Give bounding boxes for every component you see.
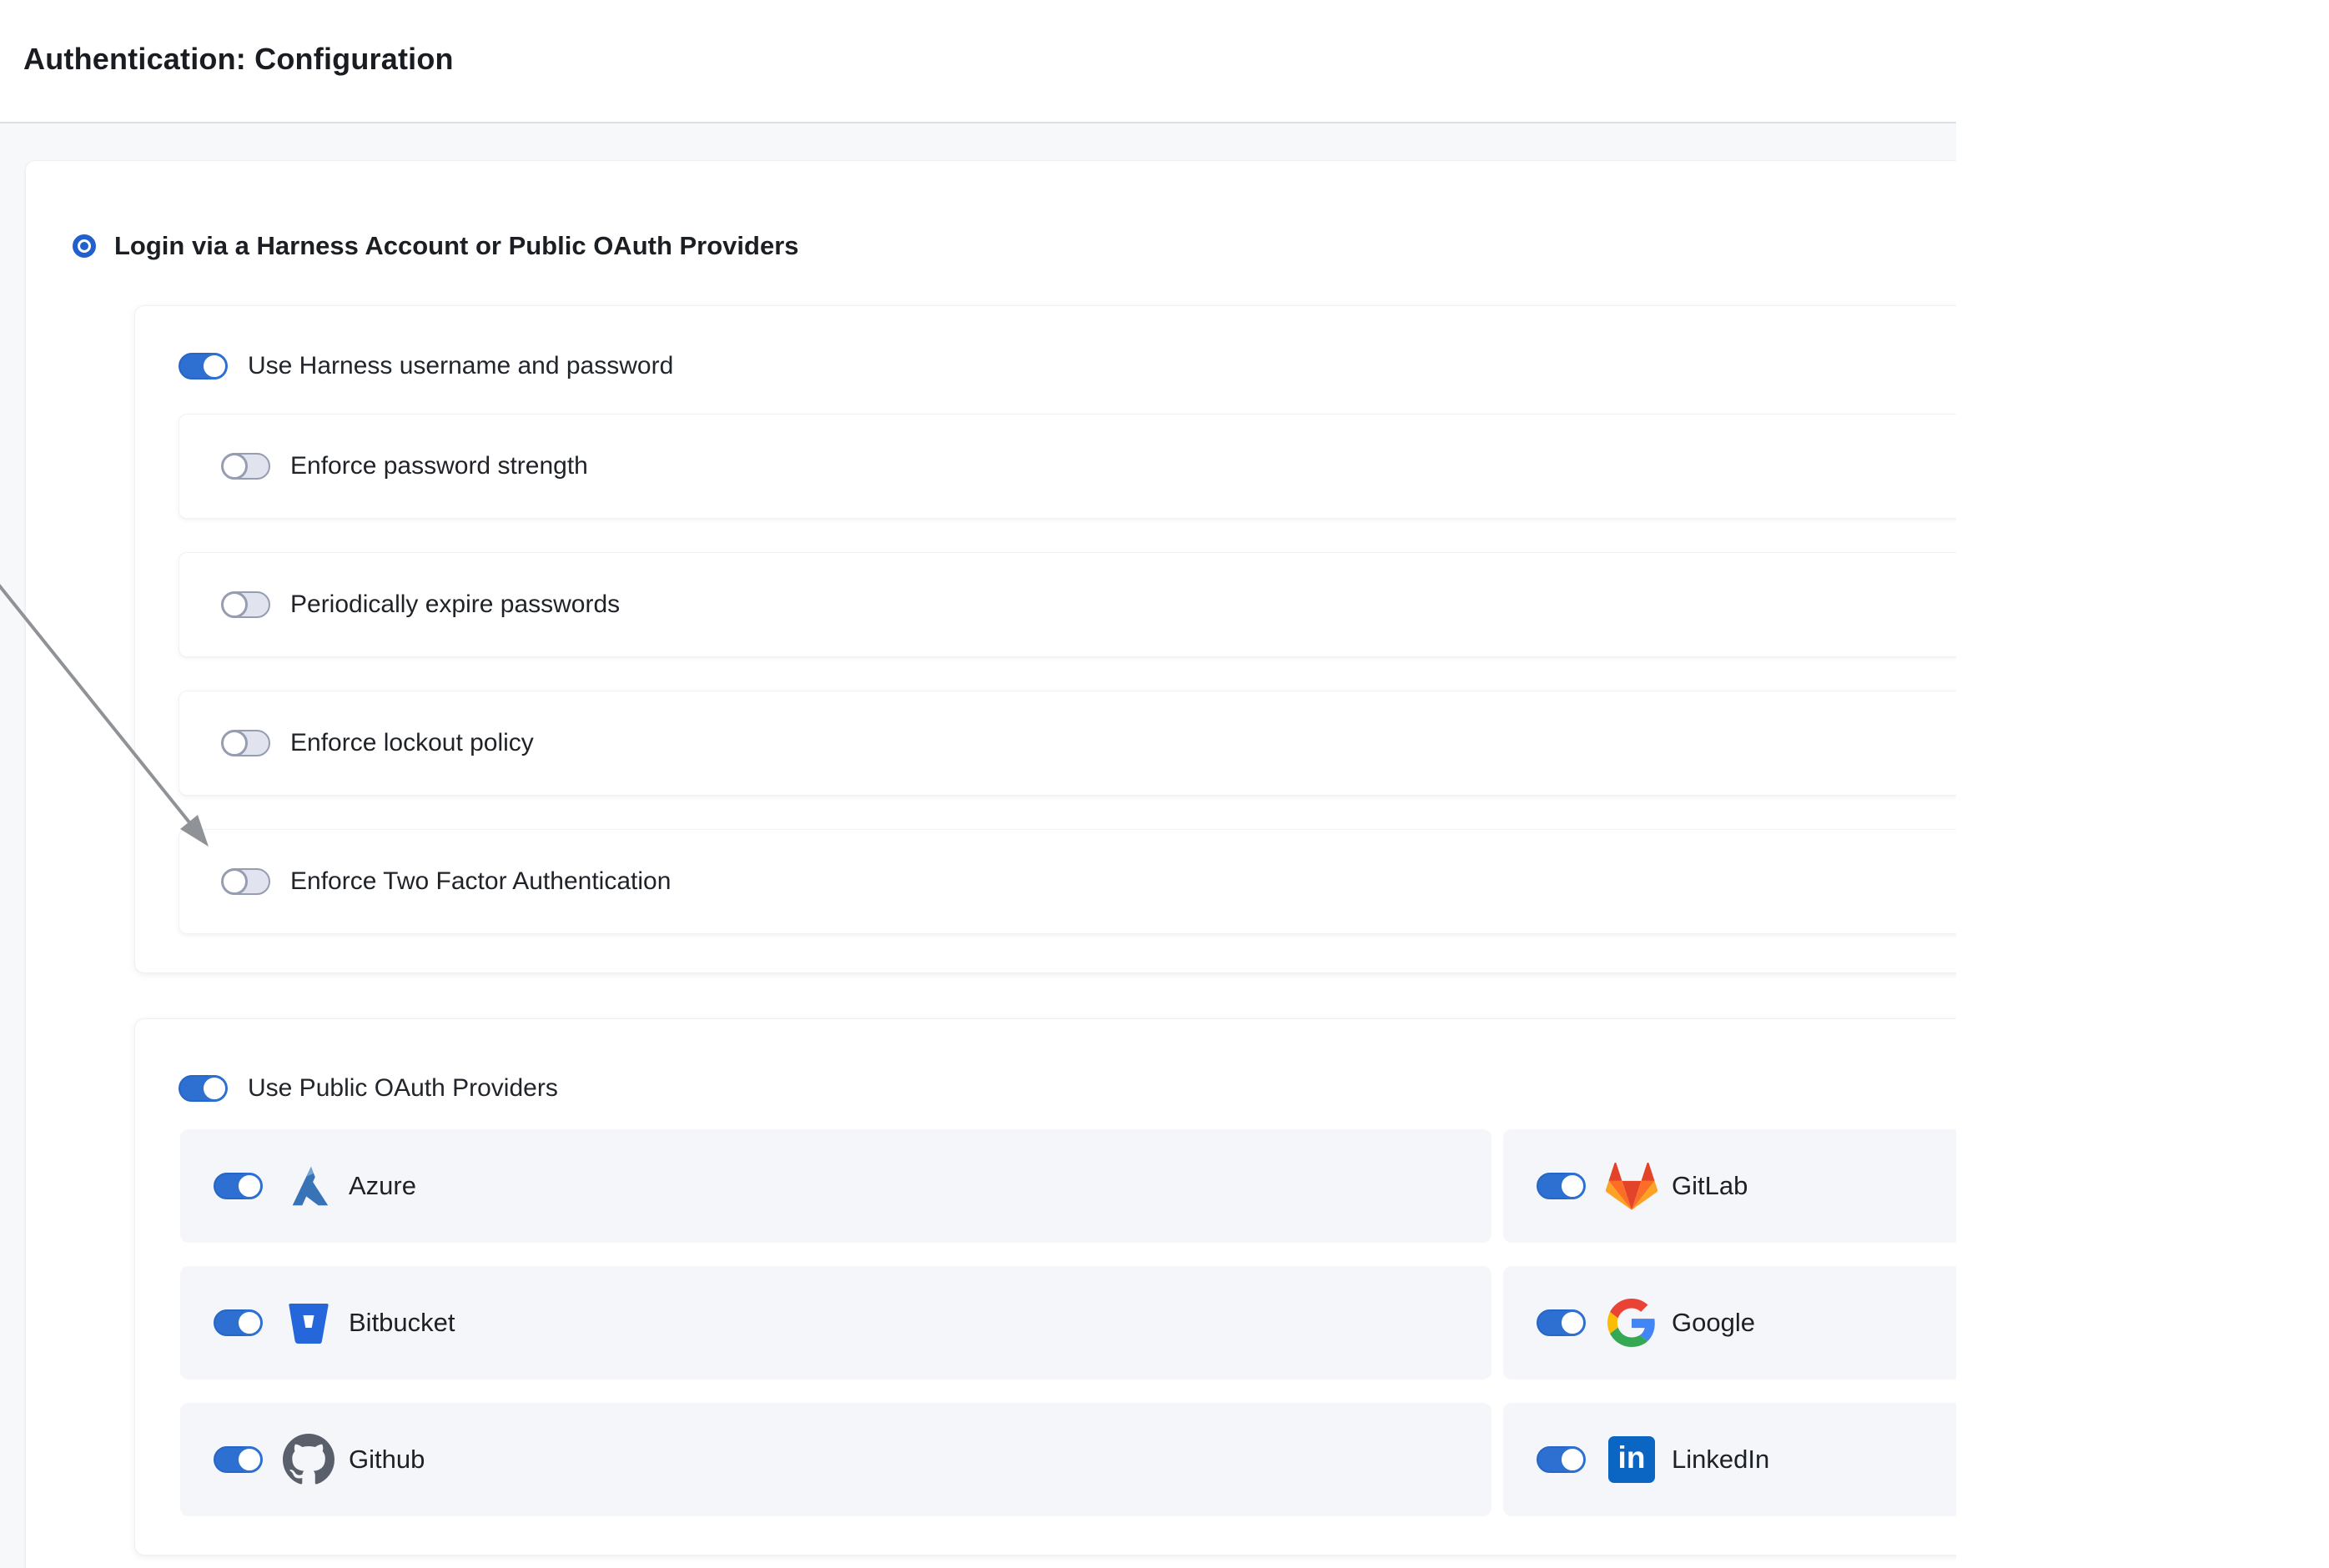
linkedin-icon: in [1605,1433,1658,1486]
toggle-knob-icon [221,730,248,756]
provider-row-bitbucket: Bitbucket [180,1266,1491,1380]
use-harness-login-toggle[interactable] [179,353,227,379]
auth-config-section: Login via a Harness Account or Public OA… [0,122,1956,1568]
harness-login-panel: Use Harness username and password Enforc… [134,305,1956,973]
toggle-knob-icon [1559,1309,1586,1336]
toggle-knob-icon [1559,1173,1586,1199]
use-oauth-row: Use Public OAuth Providers [179,1074,558,1103]
policy-label: Enforce lockout policy [290,729,534,757]
use-oauth-label: Use Public OAuth Providers [248,1074,558,1103]
google-toggle[interactable] [1537,1309,1585,1336]
toggle-knob-icon [236,1309,263,1336]
expire-passwords-toggle[interactable] [222,591,270,618]
provider-row-linkedin: in LinkedIn [1503,1403,1956,1516]
provider-row-github: Github [180,1403,1491,1516]
policy-row-two-factor-auth: Enforce Two Factor Authentication [179,829,1956,934]
oauth-providers-panel: Use Public OAuth Providers [134,1018,1956,1555]
toggle-knob-icon [221,591,248,618]
policy-row-password-strength: Enforce password strength [179,414,1956,519]
policy-row-expire-passwords: Periodically expire passwords [179,552,1956,657]
bitbucket-icon [282,1296,335,1349]
toggle-knob-icon [1559,1446,1586,1473]
two-factor-auth-toggle[interactable] [222,868,270,895]
lockout-policy-toggle[interactable] [222,730,270,756]
authentication-configuration-page: Authentication: Configuration Login via … [0,0,2329,1568]
linkedin-toggle[interactable] [1537,1446,1585,1473]
radio-dot-icon [80,242,88,250]
page-title: Authentication: Configuration [23,42,454,77]
oauth-provider-grid: Azure [180,1129,1956,1516]
auth-method-option[interactable]: Login via a Harness Account or Public OA… [73,231,799,261]
azure-icon [282,1159,335,1213]
provider-label: Github [349,1445,425,1475]
provider-label: GitLab [1672,1171,1748,1201]
github-icon [282,1433,335,1486]
auth-method-label: Login via a Harness Account or Public OA… [114,231,799,261]
gitlab-icon [1605,1159,1658,1213]
github-toggle[interactable] [214,1446,262,1473]
bitbucket-toggle[interactable] [214,1309,262,1336]
provider-label: Bitbucket [349,1308,455,1338]
google-icon [1605,1296,1658,1349]
toggle-knob-icon [221,453,248,480]
provider-row-azure: Azure [180,1129,1491,1243]
toggle-knob-icon [236,1173,263,1199]
use-oauth-toggle[interactable] [179,1075,227,1102]
linkedin-glyph: in [1618,1442,1646,1477]
policy-label: Periodically expire passwords [290,591,620,619]
provider-row-google: Google [1503,1266,1956,1380]
policy-label: Enforce Two Factor Authentication [290,867,671,896]
provider-label: LinkedIn [1672,1445,1769,1475]
toggle-knob-icon [221,868,248,895]
auth-method-card: Login via a Harness Account or Public OA… [25,160,1956,1568]
provider-label: Azure [349,1171,416,1201]
use-harness-login-row: Use Harness username and password [179,352,673,380]
provider-label: Google [1672,1308,1755,1338]
provider-row-gitlab: GitLab [1503,1129,1956,1243]
toggle-knob-icon [236,1446,263,1473]
use-harness-login-label: Use Harness username and password [248,352,673,380]
azure-toggle[interactable] [214,1173,262,1199]
radio-selected-icon[interactable] [73,234,96,258]
policy-row-lockout-policy: Enforce lockout policy [179,691,1956,796]
policy-label: Enforce password strength [290,452,588,480]
enforce-password-strength-toggle[interactable] [222,453,270,480]
toggle-knob-icon [201,1075,228,1102]
page-header: Authentication: Configuration [0,0,2329,122]
toggle-knob-icon [201,353,228,379]
gitlab-toggle[interactable] [1537,1173,1585,1199]
